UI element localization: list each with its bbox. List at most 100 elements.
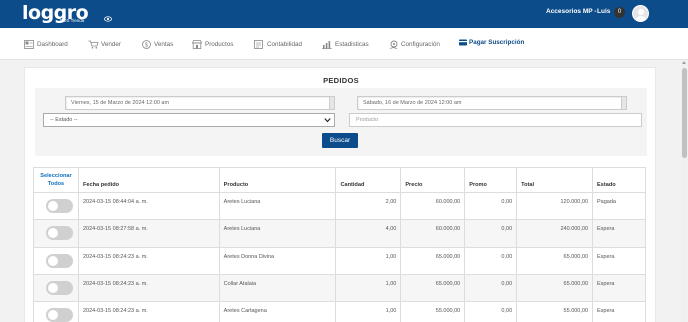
cell-fecha: 2024-03-15 08:24:23 a. m. xyxy=(77,273,220,303)
col-precio: Precio xyxy=(400,167,466,193)
cell-fecha: 2024-03-15 08:44:04 a. m. xyxy=(77,191,220,221)
table-row[interactable]: 2024-03-15 08:24:23 a. m. Aretes Donna D… xyxy=(33,246,646,275)
cell-total: 65.000,00 xyxy=(516,273,594,303)
cell-precio: 60.000,00 xyxy=(400,219,466,248)
credit-card-icon xyxy=(459,39,467,46)
cell-producto: Aretes Luciana xyxy=(218,219,337,248)
page-scrollbar[interactable] xyxy=(681,60,688,322)
scroll-up-arrow-icon[interactable] xyxy=(682,61,686,64)
toggle-knob xyxy=(48,310,58,321)
cell-cantidad: 2,00 xyxy=(335,191,402,221)
toggle-knob xyxy=(48,282,58,293)
col-promo: Promo xyxy=(464,167,518,193)
table-row[interactable]: 2024-03-15 08:24:23 a. m. Collar Atalaia… xyxy=(33,273,646,303)
user-name[interactable]: Luis xyxy=(597,8,610,15)
nav-label: Vender xyxy=(101,41,121,48)
top-bar: loggro POS Tienda Accesorios MP - Luis 0 xyxy=(0,0,688,28)
cell-fecha: 2024-03-15 08:24:23 a. m. xyxy=(77,301,220,322)
cell-precio: 65.000,00 xyxy=(400,246,466,275)
row-select-toggle[interactable] xyxy=(46,308,73,322)
date-from-input[interactable]: Viernes, 15 de Marzo de 2024 12:00 am xyxy=(65,96,335,110)
select-all-header[interactable]: Seleccionar Todos xyxy=(33,167,79,193)
toggle-knob xyxy=(48,228,58,239)
select-cell xyxy=(33,273,79,303)
cell-producto: Aretes Cartagena xyxy=(218,301,337,322)
main-nav: Dashboard Vender $ Ventas Productos Cont… xyxy=(0,28,688,60)
cell-promo: 0,00 xyxy=(464,246,518,275)
avatar-body xyxy=(635,16,647,21)
nav-label: Dashboard xyxy=(37,41,68,48)
gear-hand-icon xyxy=(389,40,398,49)
date-to-value: Sábado, 16 de Marzo de 2024 12:00 am xyxy=(363,100,462,106)
cell-estado: Espera xyxy=(592,273,646,303)
nav-label: Ventas xyxy=(154,41,174,48)
row-select-toggle[interactable] xyxy=(46,226,73,241)
cell-total: 65.000,00 xyxy=(516,246,594,275)
table-header-row: Seleccionar Todos Fecha pedido Producto … xyxy=(33,167,646,193)
table-row[interactable]: 2024-03-15 08:44:04 a. m. Aretes Luciana… xyxy=(33,191,646,221)
row-select-toggle[interactable] xyxy=(46,199,73,213)
scroll-thumb[interactable] xyxy=(682,68,687,158)
ledger-icon xyxy=(254,40,263,49)
eye-icon[interactable] xyxy=(104,16,112,22)
cell-estado: Pagada xyxy=(592,191,646,221)
cell-total: 240.000,00 xyxy=(516,219,594,248)
col-cantidad: Cantidad xyxy=(335,167,402,193)
cell-total: 55.000,00 xyxy=(516,301,594,322)
cell-producto: Aretes Luciana xyxy=(218,191,337,221)
select-cell xyxy=(33,219,79,248)
bar-chart-icon xyxy=(322,41,332,49)
producto-placeholder: Producto xyxy=(356,117,379,123)
cell-promo: 0,00 xyxy=(464,273,518,303)
store-selector[interactable]: Accesorios MP - xyxy=(546,8,596,15)
orders-table: Seleccionar Todos Fecha pedido Producto … xyxy=(33,167,646,322)
estado-select[interactable]: -- Estado -- xyxy=(43,113,335,127)
buscar-button[interactable]: Buscar xyxy=(322,133,358,148)
date-to-spinner[interactable] xyxy=(621,97,626,109)
page-title: PEDIDOS xyxy=(323,76,359,85)
cell-producto: Collar Atalaia xyxy=(218,273,337,303)
cell-cantidad: 1,00 xyxy=(335,246,402,275)
row-select-toggle[interactable] xyxy=(46,280,73,295)
cell-precio: 60.000,00 xyxy=(400,191,466,221)
producto-input[interactable]: Producto xyxy=(349,113,642,127)
nav-label: Estadisticas xyxy=(335,41,369,48)
toggle-knob xyxy=(48,201,58,211)
dashboard-icon xyxy=(24,40,34,49)
date-to-input[interactable]: Sábado, 16 de Marzo de 2024 12:00 am xyxy=(357,96,627,110)
cart-icon xyxy=(88,40,99,49)
col-total: Total xyxy=(516,167,594,193)
table-row[interactable]: 2024-03-15 08:24:23 a. m. Aretes Cartage… xyxy=(33,301,646,322)
cell-promo: 0,00 xyxy=(464,191,518,221)
select-cell xyxy=(33,191,79,221)
cell-promo: 0,00 xyxy=(464,301,518,322)
table-row[interactable]: 2024-03-15 08:27:58 a. m. Aretes Luciana… xyxy=(33,219,646,248)
cell-cantidad: 1,00 xyxy=(335,301,402,322)
nav-label: Contabilidad xyxy=(267,41,303,48)
date-from-spinner[interactable] xyxy=(329,97,334,109)
cell-cantidad: 4,00 xyxy=(335,219,402,248)
cell-promo: 0,00 xyxy=(464,219,518,248)
toggle-knob xyxy=(48,255,58,266)
col-fecha: Fecha pedido xyxy=(77,167,220,193)
cell-estado: Espera xyxy=(592,246,646,275)
cell-precio: 55.000,00 xyxy=(400,301,466,322)
estado-value: -- Estado -- xyxy=(50,117,78,123)
cell-estado: Espera xyxy=(592,301,646,322)
col-producto: Producto xyxy=(218,167,337,193)
cell-producto: Aretes Donna Divina xyxy=(218,246,337,275)
chevron-down-icon xyxy=(324,118,331,123)
select-cell xyxy=(33,301,79,322)
cell-fecha: 2024-03-15 08:24:23 a. m. xyxy=(77,246,220,275)
nav-label: Pagar Suscripción xyxy=(469,39,525,46)
row-select-toggle[interactable] xyxy=(46,253,73,268)
shop-icon xyxy=(192,40,202,49)
cell-fecha: 2024-03-15 08:27:58 a. m. xyxy=(77,219,220,248)
svg-text:$: $ xyxy=(145,42,149,49)
user-avatar-icon[interactable] xyxy=(632,5,649,22)
select-cell xyxy=(33,246,79,275)
cell-total: 120.000,00 xyxy=(516,191,594,221)
notification-badge[interactable]: 0 xyxy=(614,7,625,18)
dollar-circle-icon: $ xyxy=(142,40,151,49)
cell-cantidad: 1,00 xyxy=(335,273,402,303)
